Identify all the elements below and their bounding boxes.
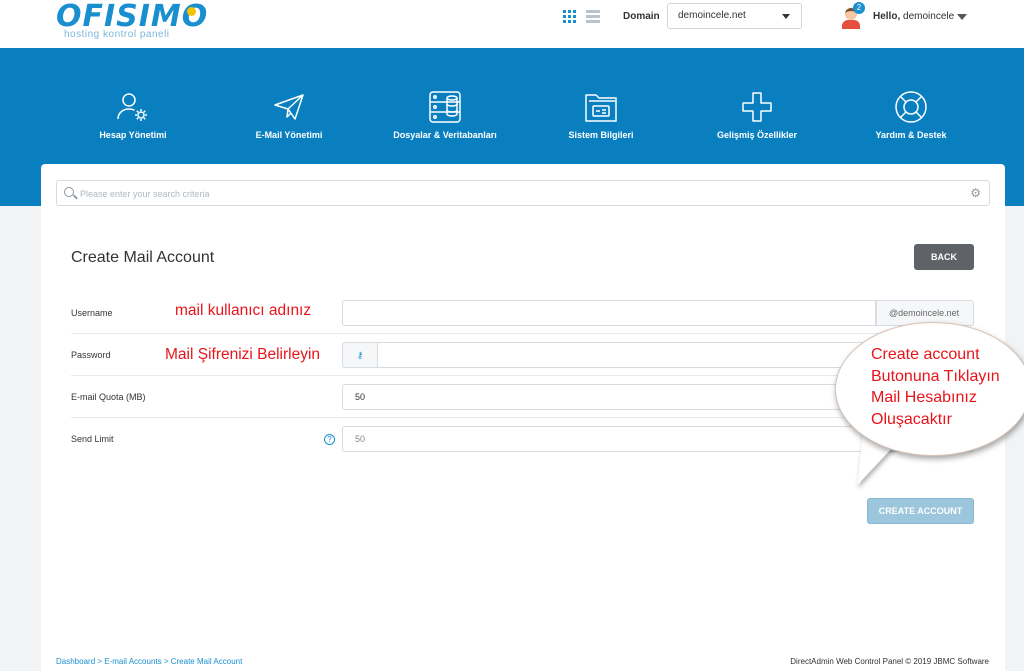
breadcrumb[interactable]: Dashboard > E-mail Accounts > Create Mai…: [56, 657, 242, 666]
chevron-down-icon: [782, 14, 790, 19]
send-limit-label: Send Limit: [71, 434, 114, 444]
quota-label: E-mail Quota (MB): [71, 392, 146, 402]
logo-tagline: hosting kontrol paneli: [64, 29, 170, 40]
folder-info-icon: [521, 88, 681, 126]
user-gear-icon: [53, 88, 213, 126]
logo-text: OFISIMO: [56, 0, 209, 34]
paper-plane-icon: [209, 88, 369, 126]
top-header: OFISIMO hosting kontrol paneli Domain de…: [0, 0, 1024, 48]
plus-icon: [677, 88, 837, 126]
domain-select-value: demoincele.net: [678, 10, 746, 21]
search-bar: ⚙: [56, 180, 990, 206]
nav-item-hesap-yonetimi[interactable]: Hesap Yönetimi: [53, 88, 213, 140]
user-greeting[interactable]: Hello, demoincele: [873, 11, 954, 22]
server-database-icon: [365, 88, 525, 126]
list-view-icon[interactable]: [586, 10, 600, 23]
username-text: demoincele: [903, 11, 955, 22]
grid-view-icon[interactable]: [563, 10, 576, 23]
nav-label: E-Mail Yönetimi: [255, 130, 323, 140]
username-hint: mail kullanıcı adınız: [175, 302, 312, 319]
back-button[interactable]: BACK: [914, 244, 974, 270]
password-hint: Mail Şifrenizi Belirleyin: [165, 346, 321, 363]
logo-dot: [187, 7, 196, 16]
lifebuoy-icon: [831, 88, 991, 126]
nav-label: Yardım & Destek: [875, 130, 947, 140]
nav-item-email-yonetimi[interactable]: E-Mail Yönetimi: [209, 88, 369, 140]
search-input[interactable]: [80, 185, 960, 202]
nav-item-yardim-destek[interactable]: Yardım & Destek: [831, 88, 991, 140]
username-field[interactable]: [342, 300, 876, 326]
search-icon: [64, 187, 74, 197]
domain-select[interactable]: demoincele.net: [667, 3, 802, 29]
create-account-button[interactable]: CREATE ACCOUNT: [867, 498, 974, 524]
password-label: Password: [71, 350, 111, 360]
send-limit-row: Send Limit ? 50: [71, 418, 974, 460]
copyright: DirectAdmin Web Control Panel © 2019 JBM…: [790, 657, 989, 666]
nav-item-dosyalar-veritabanlari[interactable]: Dosyalar & Veritabanları: [365, 88, 525, 140]
domain-label: Domain: [623, 11, 660, 22]
nav-item-gelismis-ozellikler[interactable]: Gelişmiş Özellikler: [677, 88, 837, 140]
gear-icon[interactable]: ⚙: [970, 187, 981, 199]
nav-label: Gelişmiş Özellikler: [716, 130, 798, 140]
help-icon[interactable]: ?: [324, 434, 335, 445]
nav-label: Hesap Yönetimi: [99, 130, 167, 140]
view-toggle: [563, 10, 600, 23]
user-menu-caret-icon[interactable]: [957, 14, 967, 20]
page-title: Create Mail Account: [71, 249, 215, 266]
greeting-prefix: Hello,: [873, 11, 901, 22]
nav-item-sistem-bilgileri[interactable]: Sistem Bilgileri: [521, 88, 681, 140]
nav-label: Dosyalar & Veritabanları: [393, 130, 497, 140]
username-label: Username: [71, 308, 113, 318]
key-icon[interactable]: ⚷: [342, 342, 378, 368]
speech-bubble-text: Create account Butonuna Tıklayın Mail He…: [871, 346, 1000, 428]
notification-badge[interactable]: 2: [853, 2, 865, 14]
ofisimo-logo[interactable]: OFISIMO hosting kontrol paneli: [56, 0, 209, 41]
nav-label: Sistem Bilgileri: [568, 130, 634, 140]
